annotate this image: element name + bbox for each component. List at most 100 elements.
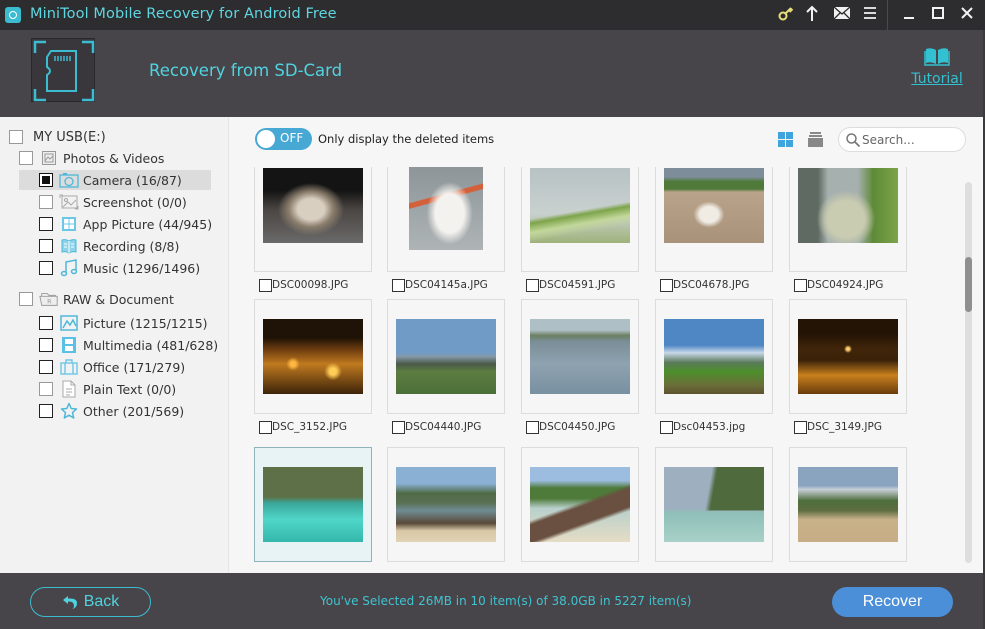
item-checkbox[interactable] bbox=[39, 173, 53, 187]
deleted-only-toggle[interactable]: OFF bbox=[255, 128, 312, 150]
item-label: App Picture (44/945) bbox=[83, 216, 213, 232]
file-name: DSC04678.JPG bbox=[673, 279, 750, 291]
tree-item-camera[interactable]: Camera (16/87) bbox=[19, 170, 211, 190]
file-checkbox[interactable] bbox=[259, 278, 272, 292]
file-checkbox[interactable] bbox=[794, 420, 807, 434]
file-name: DSC_3152.JPG bbox=[272, 421, 347, 433]
file-thumbnail-card[interactable] bbox=[521, 167, 639, 272]
tree-group-raw-document[interactable]: R RAW & Document bbox=[19, 289, 174, 309]
mail-icon[interactable] bbox=[831, 5, 853, 25]
vertical-scrollbar[interactable] bbox=[965, 182, 972, 563]
file-thumbnail-card[interactable] bbox=[655, 167, 773, 272]
tree-item-music[interactable]: Music (1296/1496) bbox=[39, 258, 200, 278]
file-checkbox[interactable] bbox=[794, 278, 807, 292]
file-thumbnail-card[interactable] bbox=[387, 299, 505, 414]
menu-icon[interactable] bbox=[859, 5, 881, 25]
item-checkbox[interactable] bbox=[39, 404, 53, 418]
tree-item-recording[interactable]: Recording (8/8) bbox=[39, 236, 179, 256]
footer-bar: Back You've Selected 26MB in 10 item(s) … bbox=[0, 573, 985, 629]
upgrade-arrow-icon[interactable] bbox=[801, 5, 823, 25]
tree-item-picture[interactable]: Picture (1215/1215) bbox=[39, 313, 208, 333]
file-thumbnail-card[interactable] bbox=[789, 167, 907, 272]
tree-group-photos-videos[interactable]: Photos & Videos bbox=[19, 148, 164, 168]
root-checkbox[interactable] bbox=[9, 130, 23, 144]
thumbnail-image-stork bbox=[409, 167, 483, 250]
file-checkbox[interactable] bbox=[526, 420, 539, 434]
file-thumbnail-card[interactable] bbox=[655, 299, 773, 414]
close-icon[interactable] bbox=[956, 5, 978, 25]
list-view-icon[interactable] bbox=[808, 132, 823, 147]
file-thumbnail-card[interactable] bbox=[254, 447, 372, 562]
tree-item-screenshot[interactable]: Screenshot (0/0) bbox=[39, 192, 187, 212]
group-label: RAW & Document bbox=[63, 291, 174, 307]
item-checkbox[interactable] bbox=[39, 360, 53, 374]
category-tree: MY USB(E:) Photos & Videos Camera (16/87… bbox=[0, 117, 229, 573]
other-star-icon bbox=[59, 402, 79, 420]
file-name-row: DSC_3149.JPG bbox=[794, 420, 882, 434]
music-icon bbox=[59, 259, 79, 277]
sd-card-icon bbox=[31, 38, 95, 102]
item-label: Multimedia (481/628) bbox=[83, 337, 219, 353]
file-thumbnail-card[interactable] bbox=[521, 447, 639, 562]
file-name-row: DSC04678.JPG bbox=[660, 278, 749, 292]
tree-item-multimedia[interactable]: Multimedia (481/628) bbox=[39, 335, 218, 355]
file-thumbnail-card[interactable] bbox=[789, 299, 907, 414]
file-name-row: DSC04924.JPG bbox=[794, 278, 883, 292]
tree-item-plain-text[interactable]: Plain Text (0/0) bbox=[39, 379, 176, 399]
grid-view-icon[interactable] bbox=[778, 132, 793, 147]
file-checkbox[interactable] bbox=[259, 420, 272, 434]
item-checkbox[interactable] bbox=[39, 316, 53, 330]
item-checkbox[interactable] bbox=[39, 338, 53, 352]
scrollbar-thumb[interactable] bbox=[965, 256, 972, 312]
file-name-row: DSC_3152.JPG bbox=[259, 420, 347, 434]
page-title: Recovery from SD-Card bbox=[149, 61, 343, 80]
group-checkbox[interactable] bbox=[19, 151, 33, 165]
back-button[interactable]: Back bbox=[30, 587, 151, 617]
tree-item-office[interactable]: Office (171/279) bbox=[39, 357, 185, 377]
file-thumbnail-card[interactable] bbox=[387, 167, 505, 272]
thumbnail-image-green-hills bbox=[664, 319, 764, 394]
group-label: Photos & Videos bbox=[63, 150, 165, 166]
file-thumbnail-card[interactable] bbox=[387, 447, 505, 562]
tree-root-my-usb[interactable]: MY USB(E:) bbox=[9, 127, 106, 147]
file-checkbox[interactable] bbox=[392, 278, 405, 292]
file-checkbox[interactable] bbox=[660, 420, 673, 434]
tree-item-app-picture[interactable]: App Picture (44/945) bbox=[39, 214, 212, 234]
file-checkbox[interactable] bbox=[660, 278, 673, 292]
file-checkbox[interactable] bbox=[392, 420, 405, 434]
file-name-row: DSC04591.JPG bbox=[526, 278, 615, 292]
item-checkbox[interactable] bbox=[39, 217, 53, 231]
item-checkbox[interactable] bbox=[39, 239, 53, 253]
thumbnail-image-dog-beach bbox=[664, 168, 764, 243]
thumbnail-image-bay-boats bbox=[664, 467, 764, 542]
tutorial-link[interactable]: Tutorial bbox=[908, 46, 966, 87]
item-checkbox[interactable] bbox=[39, 195, 53, 209]
file-thumbnail-card[interactable] bbox=[254, 167, 372, 272]
group-checkbox[interactable] bbox=[19, 292, 33, 306]
key-icon[interactable] bbox=[775, 5, 797, 25]
thumbnail-image-beach-cliffs bbox=[396, 467, 496, 542]
photo-folder-icon bbox=[39, 149, 59, 167]
search-input[interactable] bbox=[862, 131, 960, 149]
thumbnail-image-longtail-boat bbox=[530, 467, 630, 542]
thumbnail-image-city-night-2 bbox=[798, 319, 898, 394]
file-thumbnail-card[interactable] bbox=[521, 299, 639, 414]
file-thumbnail-card[interactable] bbox=[789, 447, 907, 562]
item-checkbox[interactable] bbox=[39, 382, 53, 396]
maximize-icon[interactable] bbox=[927, 5, 949, 25]
file-thumbnail-card[interactable] bbox=[254, 299, 372, 414]
recover-button[interactable]: Recover bbox=[832, 587, 953, 617]
titlebar-divider bbox=[887, 0, 888, 30]
minimize-icon[interactable] bbox=[898, 5, 920, 25]
header-banner: Recovery from SD-Card Tutorial bbox=[0, 30, 985, 117]
file-thumbnail-card[interactable] bbox=[655, 447, 773, 562]
item-checkbox[interactable] bbox=[39, 261, 53, 275]
file-checkbox[interactable] bbox=[526, 278, 539, 292]
search-box bbox=[838, 127, 966, 152]
search-icon bbox=[845, 132, 861, 148]
toggle-knob bbox=[257, 130, 275, 148]
item-label: Camera (16/87) bbox=[83, 172, 182, 188]
selection-status: You've Selected 26MB in 10 item(s) of 38… bbox=[320, 594, 692, 608]
tree-item-other[interactable]: Other (201/569) bbox=[39, 401, 184, 421]
app-picture-icon bbox=[59, 215, 79, 233]
